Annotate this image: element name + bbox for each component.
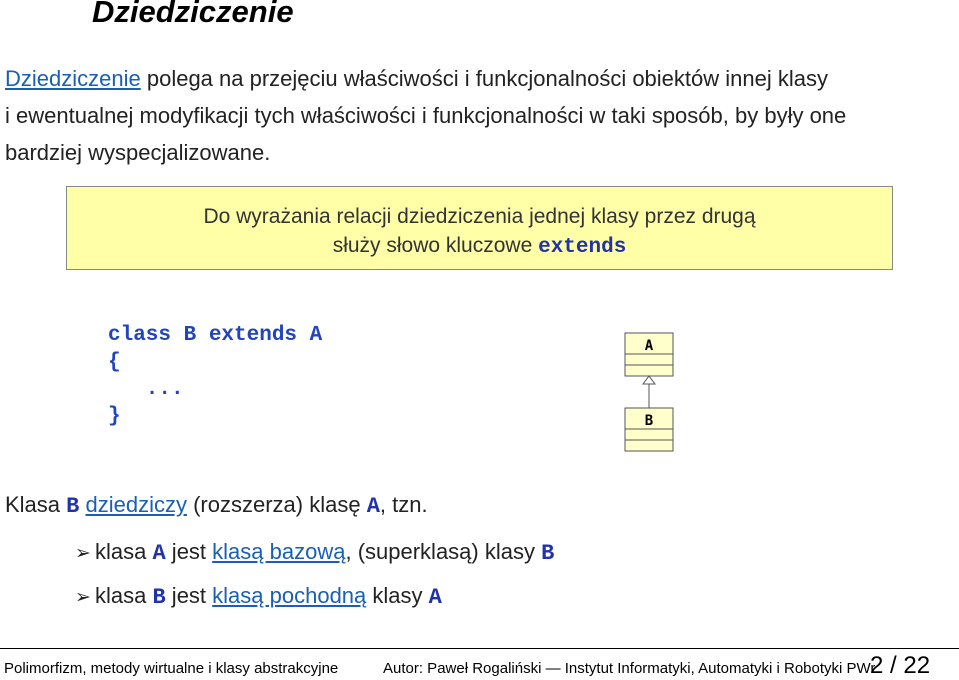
intro-line-1: Dziedziczenie polega na przejęciu właści…	[5, 60, 959, 97]
arrow-bullet-icon: ➢	[75, 543, 91, 564]
intro-line-2: i ewentualnej modyfikacji tych właściwoś…	[5, 103, 847, 128]
bullet-2-text-3: klasy	[366, 583, 429, 608]
note-line-1: Do wyrażania relacji dziedziczenia jedne…	[203, 205, 756, 228]
slide-title: Dziedziczenie	[92, 0, 294, 29]
explanation-paragraph: Klasa B dziedziczy (rozszerza) klasę A, …	[5, 492, 428, 519]
bullet-1-text-1: klasa	[95, 539, 153, 564]
intro-line-1-text: polega na przejęciu właściwości i funkcj…	[140, 66, 828, 91]
bullet-1-code-a: A	[152, 541, 166, 566]
code-line-2: {	[108, 351, 121, 374]
bullet-2-code-a: A	[428, 585, 442, 610]
code-block: class B extends A { ...}	[108, 322, 322, 430]
bullet-1-code-b: B	[541, 541, 555, 566]
bullet-1-text-3: , (superklasą) klasy	[345, 539, 542, 564]
link-klasa-bazowa[interactable]: klasą bazową	[212, 539, 345, 564]
bullet-2-text-1: klasa	[95, 583, 153, 608]
bullet-item-1: ➢ klasa A jest klasą bazową, (superklasą)…	[75, 539, 554, 566]
uml-class-a: A	[624, 332, 674, 377]
explanation-text-1: Klasa	[5, 492, 67, 517]
slide-footer: Polimorfizm, metody wirtualne i klasy ab…	[0, 648, 959, 680]
bullet-2-text-2: jest	[165, 583, 213, 608]
footer-page-number: 2 / 22	[870, 652, 931, 679]
code-line-3: ...	[108, 378, 184, 401]
arrow-bullet-icon: ➢	[75, 587, 91, 608]
uml-class-a-label: A	[645, 338, 654, 354]
link-klasa-pochodna[interactable]: klasą pochodną	[212, 583, 366, 608]
note-line-2: służy słowo kluczowe extends	[67, 231, 892, 262]
uml-class-b-label: B	[645, 413, 653, 429]
explanation-text-2: (rozszerza) klasę	[186, 492, 367, 517]
uml-inheritance-arrow	[642, 375, 656, 385]
intro-line-3: bardziej wyspecjalizowane.	[5, 140, 271, 165]
uml-class-b: B	[624, 407, 674, 452]
note-line-2-text: służy słowo kluczowe	[332, 234, 539, 257]
code-line-4: }	[108, 405, 121, 428]
bullet-1-text-2: jest	[165, 539, 213, 564]
link-dziedziczy[interactable]: dziedziczy	[85, 492, 186, 517]
uml-diagram: A B	[624, 332, 674, 452]
footer-lecture-title: Polimorfizm, metody wirtualne i klasy ab…	[4, 660, 339, 677]
code-b: B	[66, 494, 80, 519]
keyword-extends: extends	[538, 236, 627, 259]
code-line-1: class B extends A	[108, 324, 323, 347]
bullet-item-2: ➢ klasa B jest klasą pochodną klasy A	[75, 583, 442, 610]
link-dziedziczenie[interactable]: Dziedziczenie	[5, 66, 141, 91]
intro-paragraph: Dziedziczenie polega na przejęciu właści…	[5, 60, 959, 171]
note-box: Do wyrażania relacji dziedziczenia jedne…	[66, 186, 893, 270]
bullet-2-code-b: B	[152, 585, 166, 610]
code-a: A	[366, 494, 380, 519]
footer-author: Autor: Paweł Rogaliński — Instytut Infor…	[383, 660, 876, 677]
explanation-text-3: , tzn.	[379, 492, 428, 517]
